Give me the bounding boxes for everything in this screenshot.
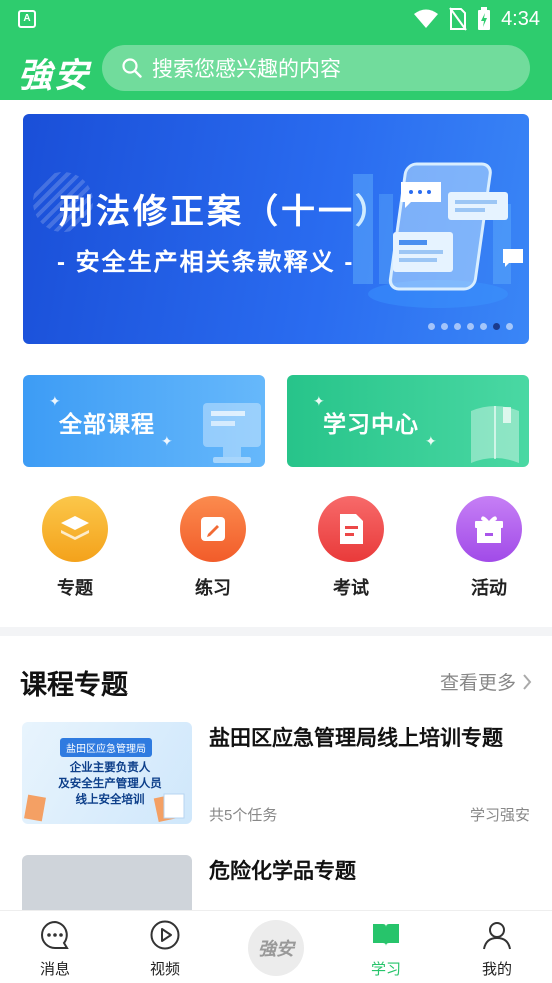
shortcut-label: 练习 <box>195 578 231 598</box>
course-task-count: 共5个任务 <box>209 807 278 824</box>
search-bar[interactable]: 搜索您感兴趣的内容 <box>102 45 530 91</box>
search-icon <box>122 58 142 78</box>
chevron-right-icon <box>523 673 532 690</box>
pencil-icon <box>180 496 246 562</box>
thumbnail-tag: 盐田区应急管理局 <box>60 738 152 757</box>
app-notification-icon: A <box>18 10 36 28</box>
status-indicators: 4:34 <box>413 6 540 32</box>
shortcut-topics[interactable]: 专题 <box>30 496 120 600</box>
shortcut-activity[interactable]: 活动 <box>444 496 534 600</box>
phone-illustration-icon <box>353 162 523 308</box>
tab-video[interactable]: 视频 <box>125 919 205 979</box>
shortcut-exam[interactable]: 考试 <box>306 496 396 600</box>
section-title: 课程专题 <box>20 670 128 700</box>
view-more-label: 查看更多 <box>439 673 516 694</box>
tab-label: 消息 <box>39 961 70 978</box>
course-item[interactable]: 危险化学品专题 <box>22 855 530 957</box>
search-placeholder: 搜索您感兴趣的内容 <box>152 58 341 81</box>
carousel-dot[interactable] <box>454 323 461 330</box>
carousel-dot[interactable] <box>467 323 474 330</box>
study-center-card[interactable]: ✦ ✦ 学习中心 <box>287 375 529 467</box>
sparkle-icon: ✦ <box>161 433 173 449</box>
shortcut-label: 考试 <box>333 578 369 598</box>
screen-illustration-icon <box>203 403 261 463</box>
course-source: 学习强安 <box>469 807 530 824</box>
banner-title: 刑法修正案（十一） <box>59 193 392 231</box>
battery-charging-icon <box>478 7 491 30</box>
shortcut-practice[interactable]: 练习 <box>168 496 258 600</box>
course-title: 盐田区应急管理局线上培训专题 <box>209 727 503 750</box>
carousel-dot[interactable] <box>506 323 513 330</box>
chat-icon <box>41 920 69 949</box>
tab-label: 学习 <box>370 961 401 978</box>
tab-label: 我的 <box>481 961 512 978</box>
tab-profile[interactable]: 我的 <box>457 919 537 979</box>
section-divider <box>0 627 552 636</box>
wifi-icon <box>414 9 439 28</box>
tab-study[interactable]: 学习 <box>346 919 426 979</box>
all-courses-label: 全部课程 <box>59 411 155 437</box>
book-illustration-icon <box>471 406 519 463</box>
carousel-dot[interactable] <box>441 323 448 330</box>
status-bar: A 4:34 <box>0 0 552 38</box>
banner-subtitle: - 安全生产相关条款释义 - <box>57 249 355 276</box>
document-icon <box>318 496 384 562</box>
course-thumbnail: 盐田区应急管理局 企业主要负责人 及安全生产管理人员 线上安全培训 <box>22 722 192 824</box>
view-more-link[interactable]: 查看更多 <box>440 668 532 695</box>
documents-illustration-icon <box>24 794 46 822</box>
carousel-dot[interactable] <box>480 323 487 330</box>
bottom-navigation: 消息 视频 強安 学习 我的 <box>0 910 552 983</box>
status-time: 4:34 <box>501 7 540 30</box>
carousel-indicator[interactable] <box>428 323 513 330</box>
app-header: A 4:34 強安 搜索您感兴趣的内容 <box>0 0 552 100</box>
play-icon <box>150 920 180 950</box>
all-courses-card[interactable]: ✦ ✦ 全部课程 <box>23 375 265 467</box>
center-logo-button[interactable]: 強安 <box>248 920 304 976</box>
carousel-dot[interactable] <box>428 323 435 330</box>
gift-icon <box>456 496 522 562</box>
sparkle-icon: ✦ <box>425 433 437 449</box>
book-icon <box>373 924 399 946</box>
user-icon <box>483 922 511 950</box>
promo-banner[interactable]: 刑法修正案（十一） - 安全生产相关条款释义 - <box>23 114 529 344</box>
course-title: 危险化学品专题 <box>209 860 356 883</box>
course-item[interactable]: 盐田区应急管理局 企业主要负责人 及安全生产管理人员 线上安全培训 盐田区应急管… <box>22 722 530 824</box>
tab-label: 视频 <box>149 961 180 978</box>
tab-messages[interactable]: 消息 <box>15 919 95 979</box>
no-sim-icon <box>449 7 467 31</box>
documents-illustration-icon <box>153 793 185 822</box>
shortcut-label: 专题 <box>57 578 93 598</box>
study-center-label: 学习中心 <box>323 411 419 437</box>
carousel-dot[interactable] <box>493 323 500 330</box>
layers-icon <box>42 496 108 562</box>
app-logo: 強安 <box>18 56 90 96</box>
shortcut-label: 活动 <box>471 578 507 598</box>
